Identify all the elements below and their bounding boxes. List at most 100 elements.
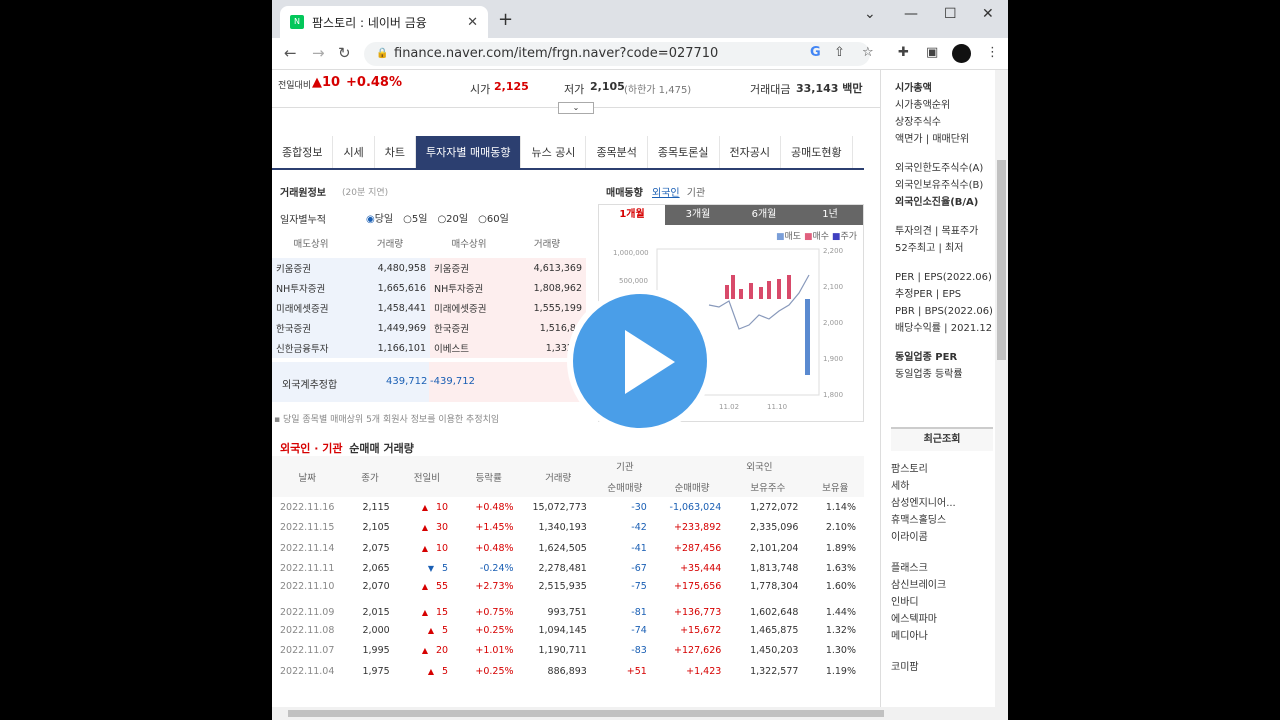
- broker-name[interactable]: 한국증권: [430, 318, 508, 338]
- reload-icon[interactable]: ↻: [338, 44, 351, 62]
- buy-bar: [725, 285, 729, 299]
- google-icon[interactable]: G: [810, 45, 821, 60]
- buy-bar: [767, 281, 771, 299]
- broker-name[interactable]: 미래에셋증권: [430, 298, 508, 318]
- cell-holding-rate: 1.89%: [825, 542, 856, 554]
- close-window-icon[interactable]: ✕: [982, 6, 994, 22]
- tab-overview[interactable]: 종합정보: [272, 136, 334, 168]
- radio-20d[interactable]: ○20일: [437, 210, 468, 225]
- broker-row: 신한금융투자 1,166,101 이베스트 1,332,7: [272, 338, 586, 358]
- video-play-button[interactable]: [567, 288, 713, 434]
- tab-chart[interactable]: 차트: [375, 136, 416, 168]
- sidebar-item[interactable]: 상장주식수: [881, 114, 995, 131]
- table-row: 2022.11.14 2,075 ▲ 10 +0.48% 1,624,505 -41 +287…: [272, 538, 864, 559]
- recent-item[interactable]: 코미팜: [881, 659, 995, 676]
- cell-change: ▲ 15: [398, 600, 456, 621]
- cell-inst-net: -42: [631, 522, 647, 534]
- scroll-thumb[interactable]: [997, 160, 1006, 360]
- broker-name[interactable]: 한국증권: [272, 318, 350, 338]
- url-text: finance.naver.com/item/frgn.naver?code=0…: [394, 46, 719, 61]
- chart-tab-6m[interactable]: 6개월: [731, 205, 797, 225]
- menu-icon[interactable]: ⋮: [986, 45, 999, 60]
- bookmark-star-icon[interactable]: ☆: [862, 45, 874, 60]
- chart-tab-3m[interactable]: 3개월: [665, 205, 731, 225]
- broker-name[interactable]: 미래에셋증권: [272, 298, 350, 318]
- sidepanel-icon[interactable]: ▣: [926, 45, 938, 60]
- close-tab-icon[interactable]: ✕: [467, 15, 478, 30]
- sidebar-item[interactable]: 추정PER | EPS: [881, 286, 995, 303]
- horizontal-scrollbar[interactable]: [272, 707, 995, 720]
- url-field[interactable]: 🔒 finance.naver.com/item/frgn.naver?code…: [364, 42, 870, 66]
- tab-discussion[interactable]: 종목토론실: [648, 136, 720, 168]
- tab-analysis[interactable]: 종목분석: [586, 136, 648, 168]
- cell-date: 2022.11.09: [280, 607, 335, 619]
- recent-item[interactable]: 세하: [881, 478, 995, 495]
- tab-short-selling[interactable]: 공매도현황: [781, 136, 853, 168]
- chart-tab-1m[interactable]: 1개월: [599, 205, 665, 225]
- tab-news[interactable]: 뉴스 공시: [521, 136, 587, 168]
- trade-note-text: 당일 종목별 매매상위 5개 회원사 정보를 이용한 추정치임: [282, 415, 500, 425]
- broker-name[interactable]: NH투자증권: [430, 278, 508, 298]
- sidebar-item[interactable]: 동일업종 등락률: [881, 366, 995, 383]
- new-tab-icon[interactable]: +: [498, 9, 513, 30]
- sidebar-item[interactable]: 시가총액: [881, 80, 995, 97]
- recent-item[interactable]: 삼성엔지니어...: [881, 495, 995, 512]
- broker-name[interactable]: 키움증권: [272, 258, 350, 278]
- tab-quotes[interactable]: 시세: [333, 136, 375, 168]
- profile-avatar[interactable]: [952, 44, 971, 63]
- chevron-down-icon[interactable]: ⌄: [864, 6, 876, 22]
- recent-item[interactable]: 삼신브레이크: [881, 577, 995, 594]
- buy-bar: [777, 279, 781, 299]
- recent-item[interactable]: 메디아나: [881, 628, 995, 645]
- recent-item[interactable]: 팜스토리: [881, 461, 995, 478]
- vertical-scrollbar[interactable]: [995, 70, 1008, 720]
- forward-icon[interactable]: →: [312, 44, 325, 62]
- sidebar-item[interactable]: 외국인보유주식수(B): [881, 177, 995, 194]
- sidebar-item[interactable]: PBR | BPS(2022.06): [881, 303, 995, 320]
- recent-item[interactable]: 휴맥스홀딩스: [881, 512, 995, 529]
- cell-holdings: 2,335,096: [750, 522, 799, 534]
- recent-item[interactable]: 인바디: [881, 594, 995, 611]
- sidebar-item[interactable]: 시가총액순위: [881, 97, 995, 114]
- broker-name[interactable]: 이베스트: [430, 338, 508, 358]
- chart-opt-foreign[interactable]: 외국인: [652, 188, 680, 199]
- radio-60d[interactable]: ○60일: [478, 210, 509, 225]
- sidebar-item[interactable]: 배당수익률 | 2021.12: [881, 320, 995, 337]
- broker-name[interactable]: 키움증권: [430, 258, 508, 278]
- chart-opt-inst[interactable]: 기관: [687, 188, 705, 199]
- recent-item[interactable]: 에스텍파마: [881, 611, 995, 628]
- expand-chevron-icon[interactable]: ⌄: [558, 102, 594, 114]
- y-right-tick: 2,000: [823, 319, 843, 327]
- browser-tab[interactable]: N 팜스토리 : 네이버 금융 ✕: [280, 6, 488, 38]
- sidebar-item[interactable]: 투자의견 | 목표주가: [881, 223, 995, 240]
- cell-change: ▲ 10: [398, 538, 456, 559]
- minimize-icon[interactable]: —: [904, 6, 918, 22]
- table-row: 2022.11.09 2,015 ▲ 15 +0.75% 993,751 -81 +136,7…: [272, 599, 864, 621]
- sidebar-item[interactable]: 동일업종 PER: [881, 349, 995, 366]
- radio-5d[interactable]: ○5일: [403, 210, 427, 225]
- hscroll-thumb[interactable]: [288, 710, 884, 717]
- sidebar-item[interactable]: 액면가 | 매매단위: [881, 131, 995, 148]
- recent-item[interactable]: 플래스크: [881, 560, 995, 577]
- broker-name[interactable]: 신한금융투자: [272, 338, 350, 358]
- radio-today[interactable]: ◉당일: [366, 210, 393, 225]
- accum-label: 일자별누적: [280, 215, 326, 226]
- cell-date: 2022.11.07: [280, 645, 335, 657]
- sidebar-item[interactable]: 52주최고 | 최저: [881, 240, 995, 257]
- buy-bar: [787, 275, 791, 299]
- extensions-icon[interactable]: ✚: [898, 45, 909, 60]
- maximize-icon[interactable]: ☐: [944, 6, 957, 22]
- sidebar-item[interactable]: 외국인소진율(B/A): [881, 194, 995, 211]
- tab-disclosure[interactable]: 전자공시: [720, 136, 782, 168]
- chart-tab-1y[interactable]: 1년: [797, 205, 863, 225]
- recent-item[interactable]: 이라이콤: [881, 529, 995, 546]
- sidebar-item[interactable]: PER | EPS(2022.06): [881, 269, 995, 286]
- open-value: 2,125: [494, 80, 529, 93]
- broker-name[interactable]: NH투자증권: [272, 278, 350, 298]
- tab-investor-trading[interactable]: 투자자별 매매동향: [415, 136, 522, 168]
- site-favicon-icon: N: [290, 15, 304, 29]
- sidebar-item[interactable]: 외국인한도주식수(A): [881, 160, 995, 177]
- share-icon[interactable]: ⇧: [834, 45, 845, 60]
- cell-holding-rate: 1.32%: [825, 624, 856, 636]
- back-icon[interactable]: ←: [284, 44, 297, 62]
